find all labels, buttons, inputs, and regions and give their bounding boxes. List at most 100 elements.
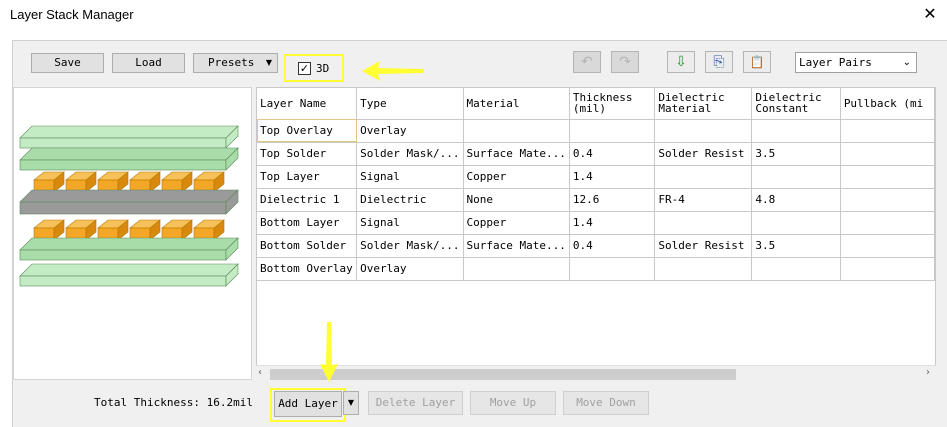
- copper-trace: [129, 171, 161, 193]
- table-cell[interactable]: Dielectric: [356, 188, 464, 212]
- save-button[interactable]: Save: [31, 53, 104, 73]
- table-cell[interactable]: Signal: [356, 165, 464, 189]
- header-pullback[interactable]: Pullback (mi: [840, 88, 935, 120]
- title-bar: Layer Stack Manager ✕: [0, 0, 947, 30]
- table-cell[interactable]: Surface Mate...: [463, 142, 570, 166]
- pointer-arrow-icon: [320, 322, 338, 382]
- table-cell[interactable]: Solder Resist: [654, 234, 753, 258]
- scroll-right-icon[interactable]: ›: [926, 367, 930, 378]
- table-cell[interactable]: Bottom Solder: [257, 234, 358, 258]
- table-cell[interactable]: Solder Mask/...: [356, 142, 464, 166]
- load-button[interactable]: Load: [112, 53, 185, 73]
- header-dielectric-material[interactable]: Dielectric Material: [654, 88, 753, 120]
- table-cell[interactable]: Signal: [356, 211, 464, 235]
- redo-icon[interactable]: ↷: [611, 51, 639, 73]
- table-cell[interactable]: Dielectric 1: [257, 188, 358, 212]
- table-cell[interactable]: Overlay: [356, 119, 464, 143]
- table-cell[interactable]: Solder Resist: [654, 142, 753, 166]
- table-row[interactable]: Top Layer Signal Copper 1.4: [257, 165, 935, 189]
- paste-icon[interactable]: 📋: [743, 51, 771, 73]
- table-row[interactable]: Bottom Layer Signal Copper 1.4: [257, 211, 935, 235]
- table-cell[interactable]: Bottom Layer: [257, 211, 358, 235]
- table-cell[interactable]: [654, 257, 753, 281]
- move-up-button[interactable]: Move Up: [470, 391, 556, 415]
- view-3d-label[interactable]: 3D: [316, 62, 329, 75]
- table-cell[interactable]: [840, 119, 935, 143]
- import-icon[interactable]: ⇩: [667, 51, 695, 73]
- move-down-button[interactable]: Move Down: [563, 391, 649, 415]
- table-cell[interactable]: 3.5: [751, 234, 841, 258]
- table-cell[interactable]: Copper: [463, 165, 570, 189]
- header-dielectric-constant[interactable]: Dielectric Constant: [751, 88, 841, 120]
- table-cell[interactable]: [840, 188, 935, 212]
- view-3d-checkbox[interactable]: ✓: [298, 62, 311, 75]
- header-material[interactable]: Material: [463, 88, 570, 120]
- table-cell[interactable]: Bottom Overlay: [257, 257, 358, 281]
- table-cell[interactable]: Copper: [463, 211, 570, 235]
- table-cell[interactable]: Top Solder: [257, 142, 358, 166]
- table-row[interactable]: Top Solder Solder Mask/... Surface Mate.…: [257, 142, 935, 166]
- table-cell[interactable]: [840, 211, 935, 235]
- copper-trace: [65, 171, 97, 193]
- header-thickness[interactable]: Thickness (mil): [569, 88, 656, 120]
- scroll-left-icon[interactable]: ‹: [258, 367, 262, 378]
- table-cell[interactable]: Solder Mask/...: [356, 234, 464, 258]
- pointer-arrow-icon: [362, 61, 424, 81]
- table-cell[interactable]: 0.4: [569, 142, 656, 166]
- undo-icon[interactable]: ↶: [573, 51, 601, 73]
- close-icon[interactable]: ✕: [920, 4, 940, 24]
- table-cell[interactable]: 0.4: [569, 234, 656, 258]
- table-cell[interactable]: [654, 211, 753, 235]
- presets-dropdown[interactable]: Presets ▼: [193, 53, 278, 73]
- copper-trace: [129, 219, 161, 241]
- table-cell[interactable]: 4.8: [751, 188, 841, 212]
- table-cell[interactable]: [654, 119, 753, 143]
- table-cell[interactable]: None: [463, 188, 570, 212]
- table-cell[interactable]: [463, 119, 570, 143]
- horizontal-scrollbar[interactable]: ‹ ›: [256, 365, 936, 382]
- table-row[interactable]: Top Overlay Overlay: [257, 119, 935, 143]
- table-cell[interactable]: [840, 257, 935, 281]
- table-row[interactable]: Bottom Solder Solder Mask/... Surface Ma…: [257, 234, 935, 258]
- table-cell[interactable]: 3.5: [751, 142, 841, 166]
- table-cell[interactable]: [751, 119, 841, 143]
- top-overlay-layer: [19, 125, 239, 149]
- copper-trace: [161, 219, 193, 241]
- header-layer-name[interactable]: Layer Name: [257, 88, 358, 120]
- header-type[interactable]: Type: [356, 88, 464, 120]
- table-cell[interactable]: 12.6: [569, 188, 656, 212]
- table-cell[interactable]: [840, 234, 935, 258]
- table-row[interactable]: Bottom Overlay Overlay: [257, 257, 935, 281]
- copy-icon[interactable]: ⎘: [705, 51, 733, 73]
- table-cell[interactable]: Top Overlay: [257, 119, 358, 143]
- layer-pairs-select[interactable]: Layer Pairs ⌄: [795, 52, 917, 73]
- table-cell[interactable]: 1.4: [569, 211, 656, 235]
- table-cell[interactable]: [840, 165, 935, 189]
- layer-table-container: Layer Name Type Material Thickness (mil)…: [256, 87, 936, 381]
- table-cell[interactable]: [751, 257, 841, 281]
- table-cell[interactable]: [569, 257, 656, 281]
- table-cell[interactable]: [751, 165, 841, 189]
- stack-3d-drawing: [19, 125, 239, 287]
- copper-trace: [65, 219, 97, 241]
- table-cell[interactable]: [569, 119, 656, 143]
- delete-layer-button[interactable]: Delete Layer: [368, 391, 463, 415]
- table-cell[interactable]: [654, 165, 753, 189]
- table-cell[interactable]: 1.4: [569, 165, 656, 189]
- copper-trace: [193, 171, 225, 193]
- copper-trace: [97, 171, 129, 193]
- table-cell[interactable]: Overlay: [356, 257, 464, 281]
- add-layer-button[interactable]: Add Layer: [274, 391, 342, 417]
- table-row[interactable]: Dielectric 1 Dielectric None 12.6 FR-4 4…: [257, 188, 935, 212]
- total-thickness: Total Thickness: 16.2mil: [94, 396, 253, 409]
- window-title: Layer Stack Manager: [10, 7, 134, 22]
- dielectric-layer: [19, 189, 239, 215]
- table-cell[interactable]: [751, 211, 841, 235]
- table-cell[interactable]: FR-4: [654, 188, 753, 212]
- table-cell[interactable]: [463, 257, 570, 281]
- chevron-down-icon[interactable]: ▼: [343, 391, 359, 415]
- table-cell[interactable]: [840, 142, 935, 166]
- table-cell[interactable]: Surface Mate...: [463, 234, 570, 258]
- table-cell[interactable]: Top Layer: [257, 165, 358, 189]
- chevron-down-icon: ⌄: [902, 57, 911, 68]
